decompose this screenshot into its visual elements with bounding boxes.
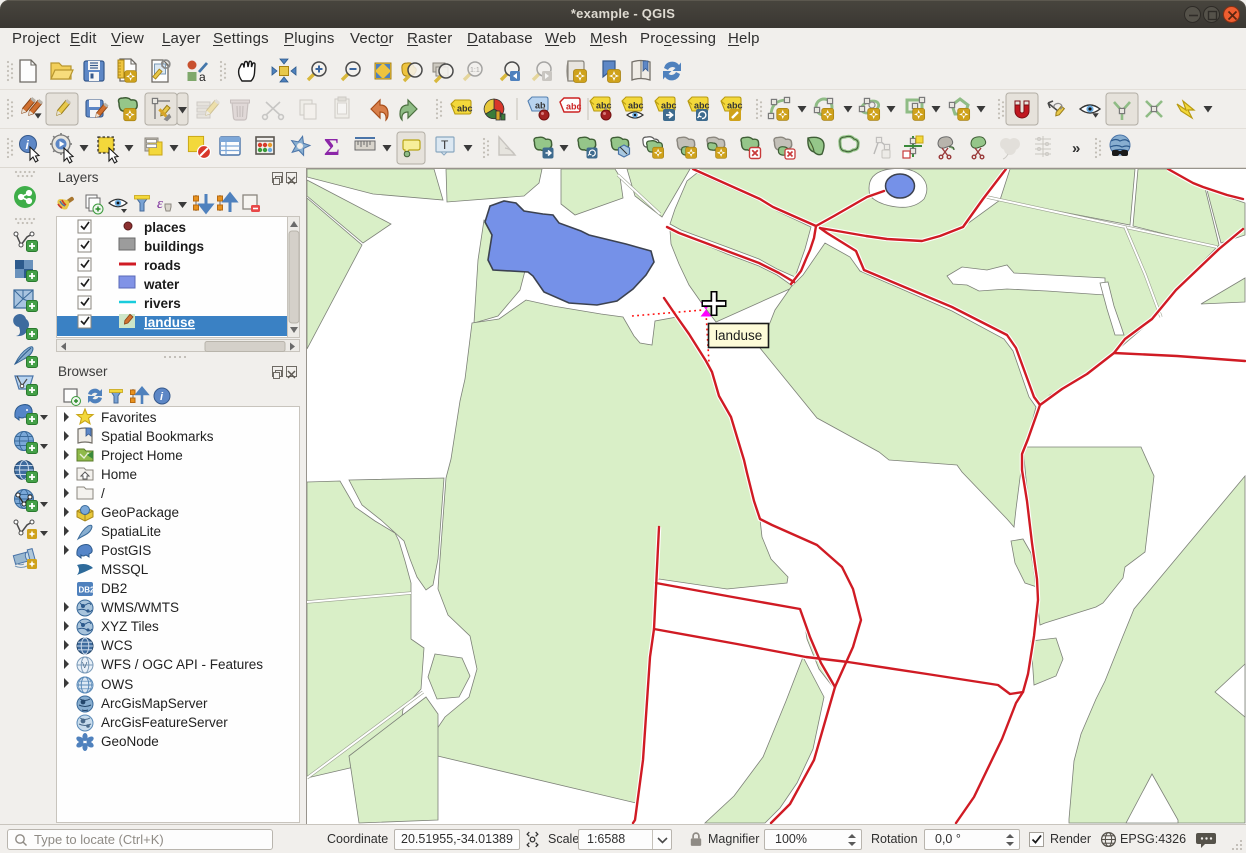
svg-text:landuse: landuse [144, 315, 196, 330]
svg-text:Spatial Bookmarks: Spatial Bookmarks [101, 429, 214, 444]
svg-text:DB2: DB2 [79, 586, 96, 595]
svg-text:/: / [101, 486, 105, 501]
svg-text:1:1: 1:1 [470, 67, 480, 74]
svg-text:ArcGisMapServer: ArcGisMapServer [101, 696, 208, 711]
svg-text:Σ: Σ [324, 135, 340, 161]
svg-text:roads: roads [144, 258, 181, 273]
svg-text:landuse: landuse [715, 328, 762, 343]
svg-text:GeoNode: GeoNode [101, 734, 159, 749]
svg-text:Home: Home [101, 467, 137, 482]
svg-text:WFS / OGC API - Features: WFS / OGC API - Features [101, 657, 263, 672]
svg-text:water: water [143, 277, 180, 292]
svg-text:SpatiaLite: SpatiaLite [101, 524, 161, 539]
svg-text:Favorites: Favorites [101, 410, 157, 425]
svg-text:PostGIS: PostGIS [101, 543, 151, 558]
svg-text:WMS/WMTS: WMS/WMTS [101, 600, 179, 615]
svg-text:places: places [144, 220, 186, 235]
svg-text:MSSQL: MSSQL [101, 562, 149, 577]
svg-text:»: » [1072, 140, 1080, 157]
svg-text:ε: ε [157, 196, 163, 212]
svg-text:OWS: OWS [101, 677, 133, 692]
svg-text:GeoPackage: GeoPackage [101, 505, 179, 520]
svg-text:DB2: DB2 [101, 581, 127, 596]
svg-text:WCS: WCS [101, 638, 133, 653]
svg-text:buildings: buildings [144, 239, 204, 254]
svg-text:ArcGisFeatureServer: ArcGisFeatureServer [101, 715, 228, 730]
svg-text:V: V [82, 661, 88, 670]
svg-text:Project Home: Project Home [101, 448, 183, 463]
svg-text:XYZ Tiles: XYZ Tiles [101, 619, 159, 634]
svg-text:T: T [441, 138, 449, 152]
svg-text:rivers: rivers [144, 296, 181, 311]
